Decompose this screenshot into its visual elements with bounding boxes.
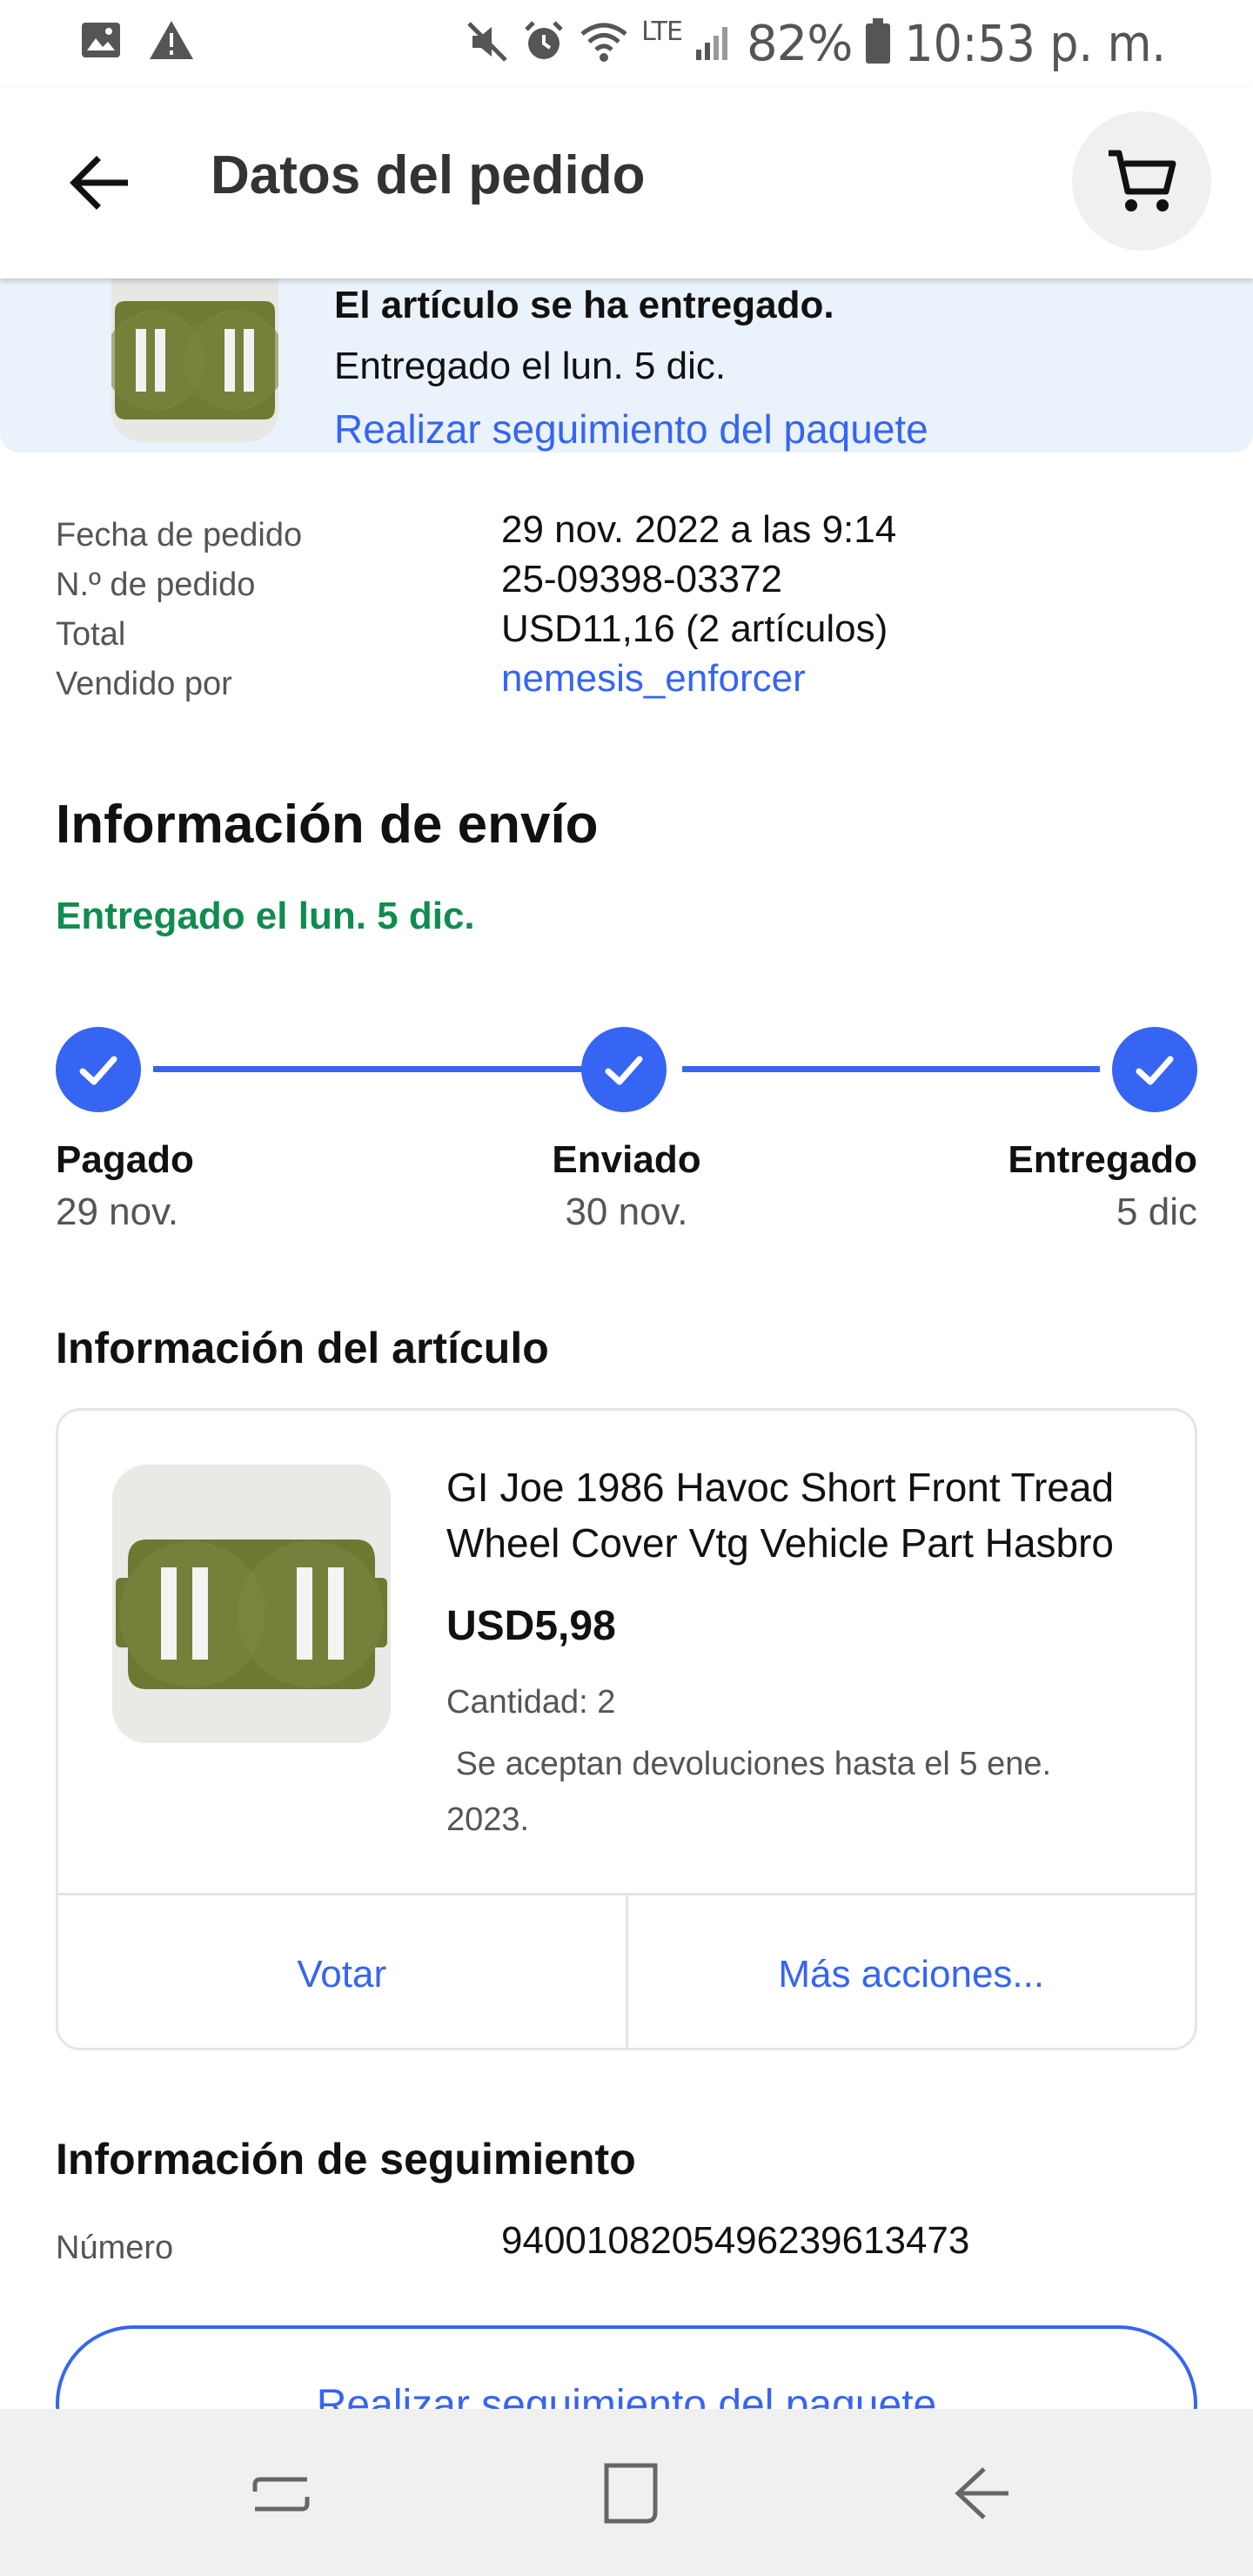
- order-number-label: N.º de pedido: [56, 567, 256, 603]
- mute-icon: [466, 20, 509, 68]
- item-returns: Se aceptan devoluciones hasta el 5 ene. …: [446, 1746, 1061, 1838]
- tracking-heading: Información de seguimiento: [56, 2135, 636, 2184]
- item-price: USD5,98: [446, 1603, 616, 1649]
- order-details: Fecha de pedido 29 nov. 2022 a las 9:14 …: [56, 508, 1204, 707]
- status-bar: LTE 82% 10:53 p. m.: [0, 0, 1253, 87]
- item-thumbnail-small[interactable]: [111, 277, 278, 442]
- battery-percent: 82%: [746, 15, 853, 72]
- cart-button[interactable]: [1072, 111, 1211, 251]
- step-shipped-date: 30 nov.: [565, 1191, 688, 1233]
- signal-icon: [694, 22, 734, 66]
- order-total-row: Total USD11,16 (2 artículos): [56, 607, 1204, 657]
- page-title: Datos del pedido: [211, 145, 646, 205]
- wifi-icon: [579, 20, 629, 68]
- step-shipped-check-icon: [581, 1027, 667, 1112]
- seller-row: Vendido por nemesis_enforcer: [56, 657, 1204, 707]
- track-package-button-label: Realizar seguimiento del paquete: [316, 2382, 937, 2411]
- recents-button[interactable]: [233, 2445, 329, 2541]
- item-image[interactable]: [112, 1465, 391, 1743]
- step-paid-label: Pagado: [56, 1138, 194, 1181]
- home-icon: [604, 2463, 658, 2524]
- shipping-heading: Información de envío: [56, 795, 599, 855]
- network-type: LTE: [641, 16, 683, 47]
- seller-label: Vendido por: [56, 666, 232, 702]
- delivery-status-title: El artículo se ha entregado.: [334, 284, 834, 326]
- vote-button[interactable]: Votar: [58, 1895, 626, 2048]
- tracking-number: 9400108205496239613473: [501, 2219, 970, 2262]
- tracking-number-label: Número: [56, 2230, 174, 2266]
- seller-link[interactable]: nemesis_enforcer: [501, 657, 806, 701]
- step-delivered-date: 5 dic: [1116, 1191, 1197, 1233]
- recents-icon: [252, 2477, 310, 2512]
- order-number-value: 25-09398-03372: [501, 558, 782, 600]
- order-date-label: Fecha de pedido: [56, 517, 303, 553]
- warning-icon: [148, 19, 195, 65]
- clock: 10:53 p. m.: [904, 14, 1166, 73]
- order-number-row: N.º de pedido 25-09398-03372: [56, 558, 1204, 607]
- order-total-label: Total: [56, 616, 126, 653]
- step-paid-check-icon: [56, 1027, 141, 1112]
- shopping-cart-icon: [1109, 150, 1176, 211]
- track-button-viewport: Realizar seguimiento del paquete: [0, 2324, 1253, 2411]
- item-heading: Información del artículo: [56, 1324, 549, 1372]
- back-nav-button[interactable]: [933, 2445, 1029, 2541]
- order-total-value: USD11,16 (2 artículos): [501, 607, 888, 650]
- shipping-progress: [56, 1027, 1197, 1114]
- track-package-link[interactable]: Realizar seguimiento del paquete: [334, 406, 928, 453]
- battery-icon: [864, 17, 892, 70]
- step-delivered-check-icon: [1112, 1027, 1197, 1112]
- progress-line-2: [682, 1066, 1100, 1072]
- item-quantity: Cantidad: 2: [446, 1684, 616, 1721]
- back-button[interactable]: [56, 139, 143, 226]
- step-delivered-label: Entregado: [1008, 1138, 1197, 1181]
- step-paid-date: 29 nov.: [56, 1191, 179, 1233]
- system-nav-bar: [0, 2409, 1253, 2576]
- delivery-banner: El artículo se ha entregado. Entregado e…: [0, 277, 1253, 453]
- back-nav-icon: [955, 2467, 1008, 2519]
- arrow-left-icon: [70, 156, 128, 210]
- item-actions: Votar Más acciones...: [58, 1893, 1196, 2048]
- track-package-button[interactable]: Realizar seguimiento del paquete: [56, 2325, 1197, 2411]
- delivery-date: Entregado el lun. 5 dic.: [334, 345, 727, 387]
- order-date-row: Fecha de pedido 29 nov. 2022 a las 9:14: [56, 508, 1204, 558]
- step-shipped-label: Enviado: [552, 1138, 701, 1181]
- image-notification-icon: [80, 21, 122, 64]
- shipping-status: Entregado el lun. 5 dic.: [56, 895, 475, 937]
- more-actions-button[interactable]: Más acciones...: [625, 1895, 1196, 2048]
- home-button[interactable]: [583, 2445, 679, 2541]
- order-date-value: 29 nov. 2022 a las 9:14: [501, 508, 897, 551]
- alarm-icon: [521, 19, 566, 69]
- app-toolbar: Datos del pedido: [0, 87, 1253, 278]
- progress-line-1: [153, 1066, 626, 1072]
- item-title[interactable]: GI Joe 1986 Havoc Short Front Tread Whee…: [446, 1459, 1160, 1571]
- item-card: GI Joe 1986 Havoc Short Front Tread Whee…: [56, 1408, 1197, 2050]
